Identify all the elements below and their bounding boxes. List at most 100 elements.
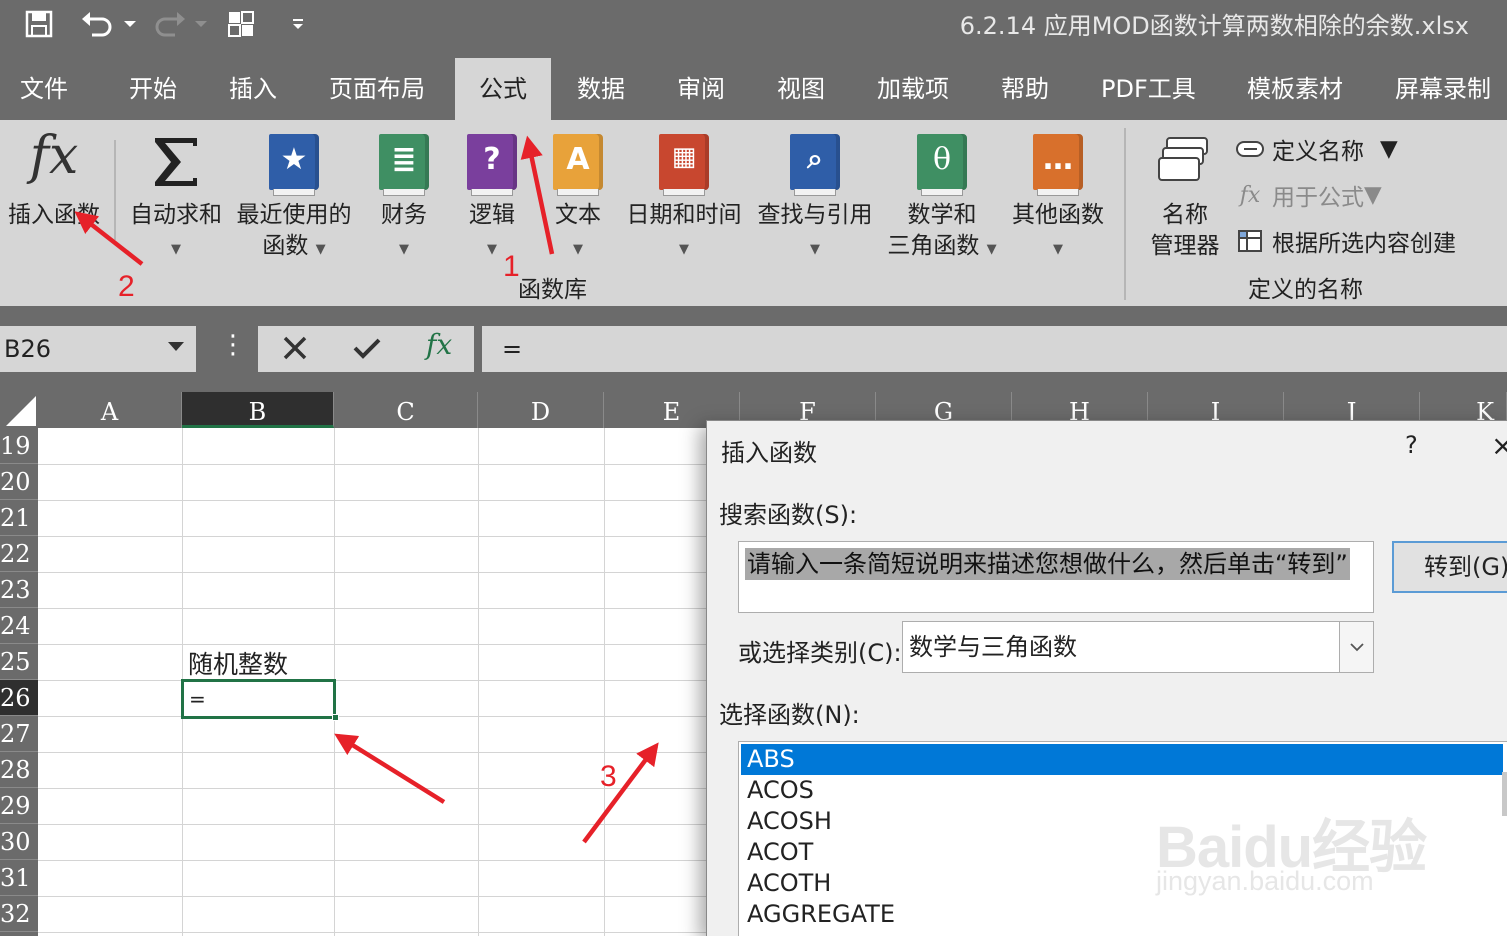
more-dots-icon[interactable]: ⋮ [220,330,246,360]
logical-button[interactable]: ? 逻辑 ▼ [460,120,524,270]
tab-view[interactable]: 视图 [777,58,825,120]
scrollbar-thumb[interactable] [1502,772,1507,816]
row-header[interactable]: 21 [0,500,38,536]
text-button[interactable]: A 文本 ▼ [548,120,608,270]
tab-file[interactable]: 文件 [20,58,68,120]
row-header[interactable]: 23 [0,572,38,608]
chevron-down-icon[interactable] [1339,622,1373,672]
row-header[interactable]: 31 [0,860,38,896]
select-all-corner[interactable] [0,392,38,428]
name-box[interactable]: B26 [0,326,196,372]
row-header[interactable]: 24 [0,608,38,644]
create-from-selection-label: 根据所选内容创建 [1272,231,1456,257]
tab-home[interactable]: 开始 [129,58,177,120]
create-from-selection-button[interactable]: 根据所选内容创建 [1234,224,1456,258]
financial-label: 财务 [381,202,427,228]
cell-b25[interactable]: 随机整数 [188,645,288,681]
row-header[interactable]: 19 [0,428,38,464]
row-header[interactable]: 29 [0,788,38,824]
row-header[interactable]: 28 [0,752,38,788]
text-book-icon: A [553,134,603,196]
category-value: 数学与三角函数 [909,633,1077,661]
category-label: 或选择类别(C): [738,639,902,667]
layout-icon[interactable] [224,8,258,40]
row-header[interactable]: 20 [0,464,38,500]
logical-label: 逻辑 [469,202,515,228]
star-book-icon: ★ [269,134,319,196]
autosum-button[interactable]: 自动求和 ▼ [126,120,226,270]
enter-checkmark-icon[interactable] [352,330,382,370]
tab-page-layout[interactable]: 页面布局 [329,58,425,120]
ribbon-formulas: fx 插入函数 自动求和 ▼ ★ 最近使用的 函数 ▼ ≣ 财务 ▼ ? 逻辑 ▼ A … [0,120,1507,306]
calendar-book-icon: ▦ [659,134,709,196]
name-manager-button[interactable]: 名称 管理器 [1140,120,1230,270]
name-manager-label: 名称 [1162,202,1208,228]
search-function-input[interactable]: 请输入一条简短说明来描述您想做什么，然后单击“转到” [738,541,1374,613]
tab-addins[interactable]: 加载项 [877,58,949,120]
insert-function-fx-icon[interactable]: fx [426,328,452,361]
insert-function-button[interactable]: fx 插入函数 [0,120,108,270]
tab-help[interactable]: 帮助 [1001,58,1049,120]
tab-pdf-tools[interactable]: PDF工具 [1101,58,1196,120]
row-header[interactable]: 22 [0,536,38,572]
define-name-label: 定义名称 [1272,139,1364,165]
active-cell-b26[interactable]: = [181,679,336,719]
lookup-button[interactable]: ⌕ 查找与引用 ▼ [752,120,878,270]
annotation-step-1: 1 [503,250,520,283]
row-header-selected[interactable]: 26 [0,680,38,716]
formula-bar: B26 ⋮ fx = [0,326,1507,392]
tab-data[interactable]: 数据 [577,58,625,120]
row-header[interactable]: 25 [0,644,38,680]
document-title: 6.2.14 应用MOD函数计算两数相除的余数.xlsx [959,12,1469,40]
chevron-down-icon: ▼ [573,242,583,257]
annotation-step-2: 2 [118,270,135,303]
customize-qat-icon[interactable] [286,8,310,40]
define-name-button[interactable]: 定义名称 ▼ [1234,132,1398,166]
chevron-down-icon[interactable] [168,342,184,351]
chevron-down-icon: ▼ [986,242,997,257]
math-trig-button[interactable]: θ 数学和 三角函数 ▼ [882,120,1002,270]
go-button[interactable]: 转到(G) [1392,541,1507,593]
fx-small-icon: fx [1239,182,1261,208]
name-box-value: B26 [4,335,52,363]
row-header[interactable]: 32 [0,896,38,932]
more-functions-button[interactable]: … 其他函数 ▼ [1006,120,1110,270]
cancel-icon[interactable] [280,330,310,370]
name-manager-label-2: 管理器 [1150,233,1220,259]
tab-insert[interactable]: 插入 [229,58,277,120]
fill-handle[interactable] [332,714,339,721]
column-header-b[interactable]: B [182,392,334,428]
save-icon[interactable] [22,8,56,40]
select-function-label: 选择函数(N): [719,701,860,729]
recently-used-button[interactable]: ★ 最近使用的 函数 ▼ [232,120,356,270]
function-item[interactable]: AGGREGATE [741,899,1503,930]
datetime-button[interactable]: ▦ 日期和时间 ▼ [622,120,746,270]
tab-screen-record[interactable]: 屏幕录制 [1395,58,1491,120]
formula-input[interactable]: = [482,326,1507,372]
use-in-formula-button[interactable]: fx 用于公式 ▼ [1234,178,1382,212]
column-header-c[interactable]: C [334,392,478,428]
more-functions-label: 其他函数 [1012,202,1104,228]
column-header-d[interactable]: D [478,392,604,428]
row-header[interactable]: 30 [0,824,38,860]
function-item-selected[interactable]: ABS [741,744,1503,775]
help-icon[interactable]: ? [1405,431,1418,459]
chevron-down-icon: ▼ [399,242,409,257]
lookup-label: 查找与引用 [757,202,873,228]
tab-formulas[interactable]: 公式 [455,58,551,120]
tab-review[interactable]: 审阅 [677,58,725,120]
row-header[interactable]: 27 [0,716,38,752]
redo-icon[interactable] [152,8,210,40]
baidu-watermark-url: jingyan.baidu.com [1156,866,1374,896]
tab-templates[interactable]: 模板素材 [1247,58,1343,120]
table-grid-icon [1234,228,1266,254]
magnifier-book-icon: ⌕ [790,134,840,196]
category-select[interactable]: 数学与三角函数 [902,621,1374,673]
ribbon-divider [114,140,116,240]
undo-icon[interactable] [78,8,138,40]
financial-button[interactable]: ≣ 财务 ▼ [372,120,436,270]
chevron-down-icon: ▼ [1380,136,1398,162]
ribbon-divider [1124,128,1126,300]
column-header-a[interactable]: A [38,392,182,428]
close-icon[interactable]: × [1491,429,1507,462]
